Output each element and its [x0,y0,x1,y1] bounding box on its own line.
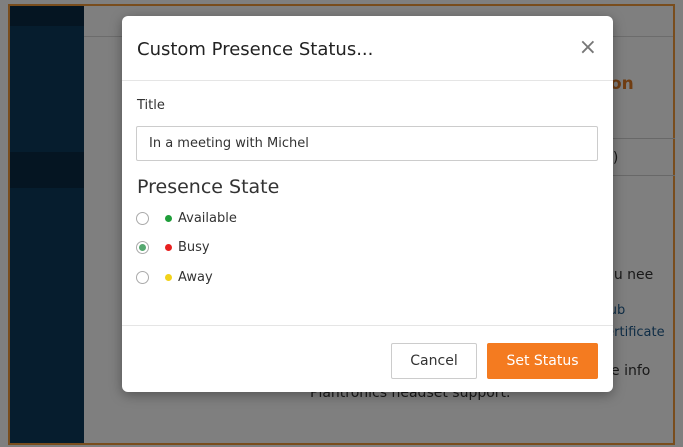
title-field-label: Title [137,98,165,113]
presence-option-available[interactable]: Available [136,208,237,228]
cancel-button[interactable]: Cancel [391,343,477,379]
status-dot-icon [165,273,172,281]
presence-option-label: Busy [178,239,210,255]
status-dot-icon [165,243,172,251]
radio-away[interactable] [136,270,149,284]
radio-available[interactable] [136,211,149,225]
presence-option-label: Available [178,210,237,226]
presence-option-busy[interactable]: Busy [136,237,210,257]
dialog-footer: Cancel Set Status [122,325,613,392]
close-icon[interactable]: × [579,36,597,60]
dialog-title: Custom Presence Status... [137,39,374,60]
radio-busy[interactable] [136,240,149,254]
status-dot-icon [165,214,172,222]
presence-state-heading: Presence State [137,176,280,198]
presence-option-away[interactable]: Away [136,267,213,287]
custom-presence-dialog: Custom Presence Status... × Title Presen… [122,16,613,392]
presence-option-label: Away [178,269,213,285]
dialog-header: Custom Presence Status... × [122,16,613,81]
set-status-button[interactable]: Set Status [487,343,598,379]
title-input[interactable] [136,126,598,161]
